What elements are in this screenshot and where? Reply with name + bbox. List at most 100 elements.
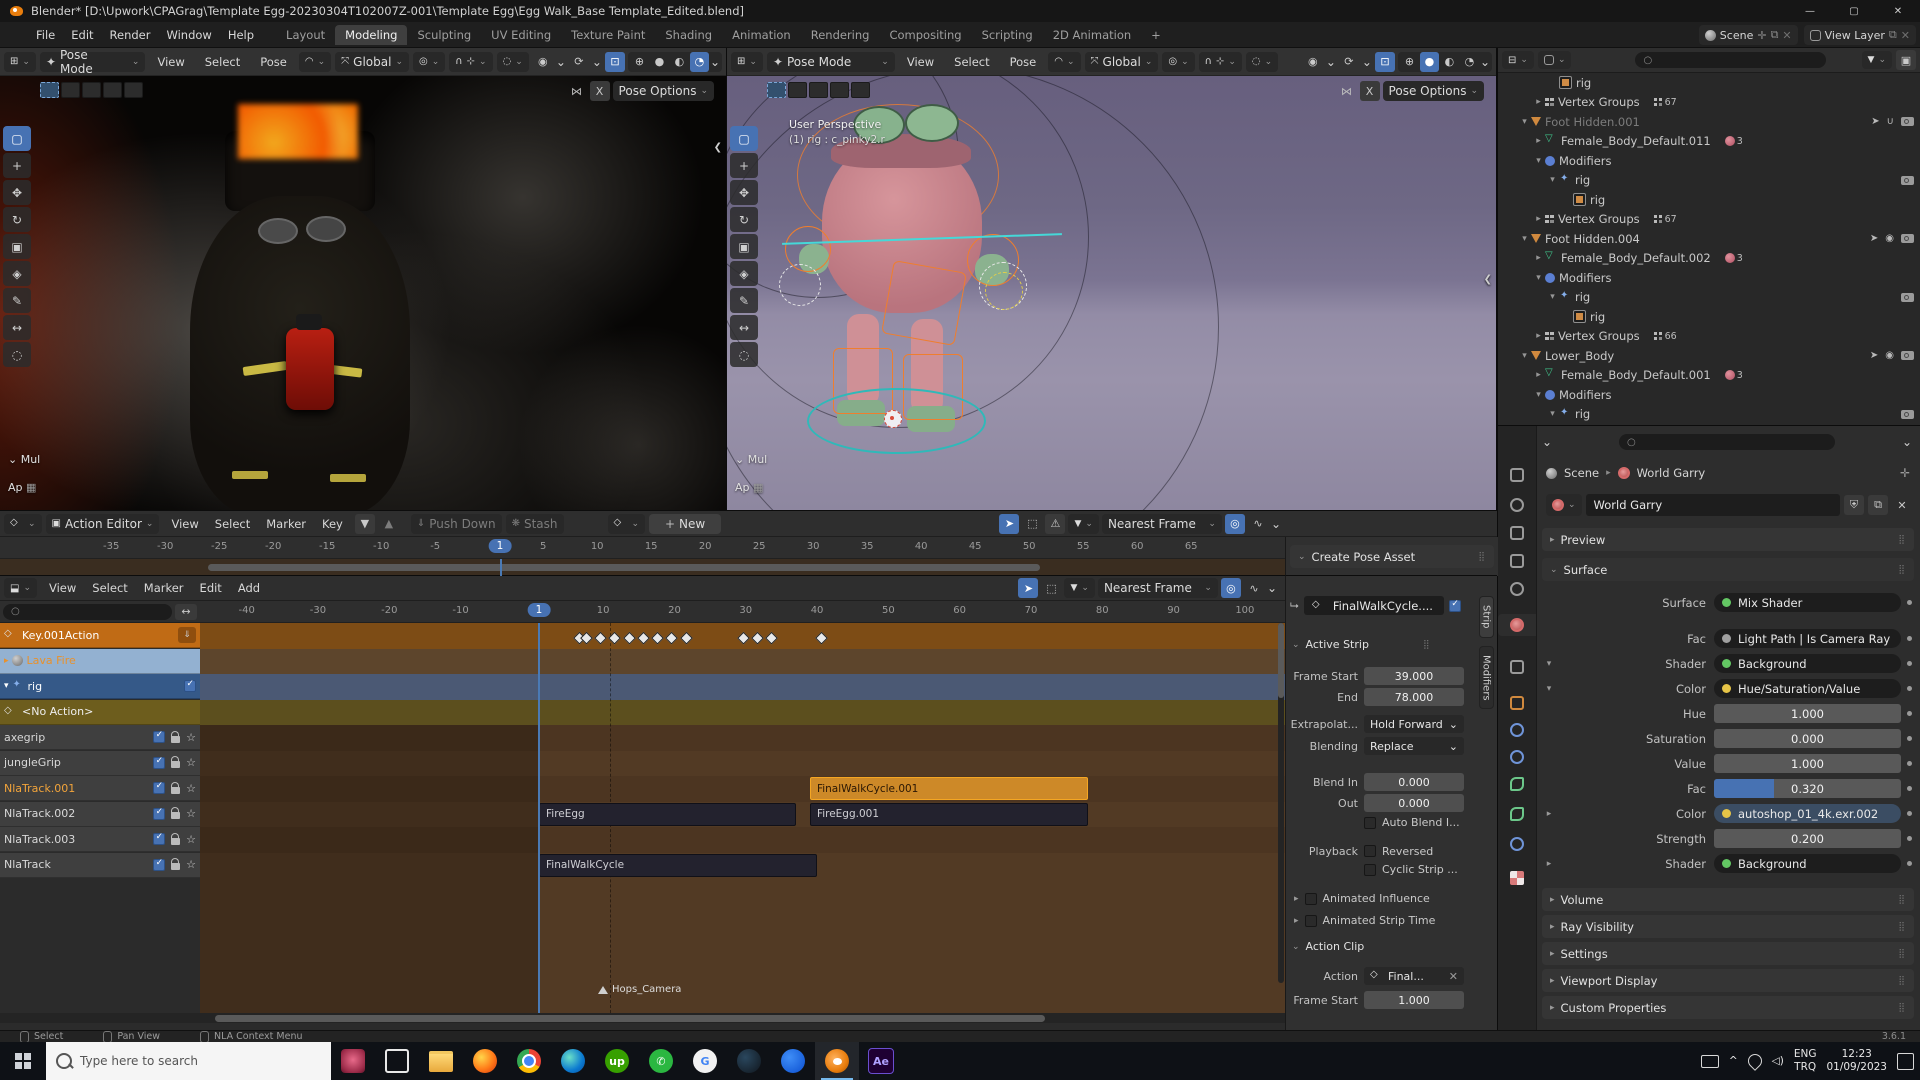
dope-menu-key[interactable]: Key [314,517,351,531]
pivot-dropdown[interactable]: ◎⌄ [1162,52,1194,72]
value-slider[interactable]: 1.000 [1714,754,1901,773]
star-icon[interactable]: ☆ [186,756,196,769]
expander-icon[interactable]: ▾ [1518,117,1531,127]
world-name-field[interactable]: World Garry [1586,494,1840,516]
outliner-filter-mode-dropdown[interactable]: ⌄ [1538,51,1572,69]
outliner-row[interactable]: ▸Female_Body_Default.0013 [1498,366,1920,386]
wireframe-shading-icon[interactable]: ⊕ [1400,52,1419,72]
animate-decorator-dot[interactable] [1907,686,1912,691]
orientation-dropdown[interactable]: ⤧Global⌄ [1085,52,1159,72]
menu-render[interactable]: Render [102,28,159,42]
chevron-down-icon[interactable]: ⌄ [1326,55,1336,69]
out-field[interactable]: 0.000 [1364,794,1464,812]
nla-ruler[interactable]: -40-30-20-10102030405060708090100 [200,601,1285,623]
mirror-x-button[interactable]: X [590,81,610,101]
world-browse-dropdown[interactable]: ⌄ [1546,494,1582,516]
expander-icon[interactable]: ▾ [1518,234,1531,244]
outliner-row[interactable]: ▾rig [1498,405,1920,425]
rendered-shading-icon[interactable]: ◔ [1460,52,1479,72]
workspace-tab-+[interactable]: + [1141,25,1171,45]
box-select-tool[interactable]: ▢ [3,126,31,151]
expander-icon[interactable]: ▾ [1518,351,1531,361]
toggle-xray-icon[interactable]: ⊡ [1375,52,1395,72]
blender-menu-icon[interactable] [8,29,22,40]
show-gizmo-icon[interactable]: ◉ [1303,52,1323,72]
chevron-down-icon[interactable]: ⌄ [1362,55,1372,69]
scale-tool[interactable]: ▣ [730,234,758,259]
tab-modifiers[interactable]: Modifiers [1479,646,1494,710]
node-socket-field[interactable]: Light Path | Is Camera Ray [1714,629,1901,648]
collapse-arrow-icon[interactable]: ❮ [1484,274,1492,285]
panel-volume[interactable]: ▸Volume⣿ [1542,888,1914,911]
pivot-dropdown[interactable]: ◎⌄ [413,52,445,72]
viewport-menu-pose[interactable]: Pose [252,55,295,69]
mute-checkbox[interactable] [153,808,165,820]
taskbar-search-input[interactable]: Type here to search [46,1042,331,1080]
outliner-row[interactable]: ▾rig [1498,171,1920,191]
outliner-filter-dropdown[interactable]: ▼⌄ [1862,51,1892,69]
tool-tab[interactable] [1506,464,1528,486]
nla-strip-finalwalkcycle-001[interactable]: FinalWalkCycle.001 [810,777,1088,800]
viewport-rendered[interactable]: ⊞⌄✦Pose Mode⌄ViewSelectPose◠⌄⤧Global⌄◎⌄∩… [0,48,727,510]
expander-icon[interactable]: ▸ [1542,859,1556,869]
orientation-dropdown[interactable]: ⤧Global⌄ [335,52,409,72]
mode-dropdown[interactable]: ✦Pose Mode⌄ [767,52,895,72]
clock[interactable]: 12:2301/09/2023 [1826,1048,1887,1074]
camera-icon[interactable] [1901,176,1914,185]
move-up-icon[interactable]: ▲ [379,514,399,534]
strip-name-field[interactable]: FinalWalkCycle.... [1304,596,1444,615]
move-tool[interactable]: ✥ [3,180,31,205]
annotate-tool[interactable]: ✎ [3,288,31,313]
viewport-menu-select[interactable]: Select [197,55,248,69]
menu-edit[interactable]: Edit [63,28,101,42]
nla-strip-fireegg[interactable]: FireEgg [539,803,796,826]
taskbar-icon-whatsapp[interactable]: ✆ [639,1042,683,1080]
wifi-icon[interactable] [1745,1051,1765,1071]
nla-track-rig[interactable]: ▾rig [0,674,200,699]
workspace-tab-texture-paint[interactable]: Texture Paint [561,25,655,45]
editor-type-dropdown[interactable]: ⬓⌄ [4,578,37,598]
taskbar-icon-blender[interactable] [815,1042,859,1080]
falloff-curve-icon[interactable]: ∿ [1248,514,1268,534]
move-down-icon[interactable]: ▼ [355,514,375,534]
hide-hidden-icon[interactable]: ⬚ [1041,578,1061,598]
editor-type-dropdown[interactable]: ⊞⌄ [4,52,36,72]
taskbar-icon-chrome[interactable] [507,1042,551,1080]
nla-track--no-action-[interactable]: <No Action> [0,700,200,725]
move-tool[interactable]: ✥ [730,180,758,205]
outliner-row[interactable]: ▸Female_Body_Default.0023 [1498,249,1920,269]
lock-icon[interactable] [171,838,180,845]
star-icon[interactable]: ☆ [186,782,196,795]
star-icon[interactable]: ☆ [186,833,196,846]
star-icon[interactable]: ☆ [186,731,196,744]
star-icon[interactable]: ☆ [186,807,196,820]
panel-settings[interactable]: ▸Settings⣿ [1542,942,1914,965]
taskbar-icon-rose-image[interactable] [331,1042,375,1080]
outliner-row[interactable]: ▸Female_Body_Default.0113 [1498,132,1920,152]
transform-tool[interactable]: ◈ [730,261,758,286]
nla-track-nlatrack-002[interactable]: NlaTrack.002☆ [0,802,200,827]
falloff-dropdown[interactable]: ◠⌄ [1048,52,1080,72]
proportional-target-icon[interactable]: ◎ [1225,514,1245,534]
outliner-row[interactable]: ▾rig [1498,288,1920,308]
wireframe-shading-icon[interactable]: ⊕ [630,52,649,72]
mute-checkbox[interactable] [153,782,165,794]
physics-tab[interactable] [1506,719,1528,741]
box-select-tool[interactable]: ▢ [730,126,758,151]
expander-icon[interactable]: ▾ [1532,156,1545,166]
workspace-tab-animation[interactable]: Animation [722,25,801,45]
transform-tool[interactable]: ◈ [3,261,31,286]
eye-icon[interactable]: ◉ [1885,350,1894,361]
taskbar-icon-blue-app[interactable] [771,1042,815,1080]
maximize-button[interactable]: ▢ [1832,0,1876,22]
chevron-down-icon[interactable]: ⌄ [556,55,566,69]
outliner-row[interactable]: rig [1498,190,1920,210]
viewport-solid[interactable]: ⊞⌄✦Pose Mode⌄ViewSelectPose◠⌄⤧Global⌄◎⌄∩… [727,48,1497,510]
animate-decorator-dot[interactable] [1907,836,1912,841]
nla-menu-select[interactable]: Select [84,581,135,595]
expander-icon[interactable]: ▾ [1532,390,1545,400]
overlays-icon[interactable]: ⟳ [569,52,589,72]
outliner-row[interactable]: ▾Foot Hidden.004➤◉ [1498,229,1920,249]
dope-menu-marker[interactable]: Marker [258,517,314,531]
touch-keyboard-icon[interactable] [1701,1055,1719,1068]
